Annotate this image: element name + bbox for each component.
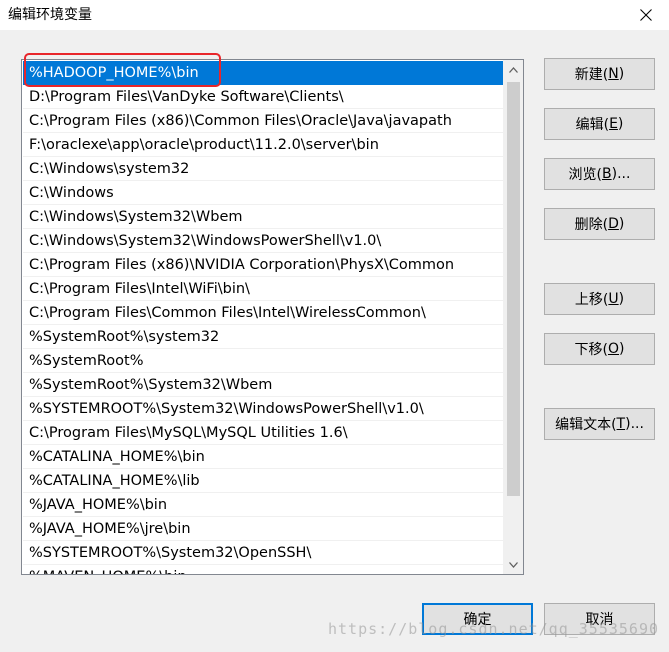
path-list-item[interactable]: %SYSTEMROOT%\System32\WindowsPowerShell\…: [23, 397, 503, 421]
scroll-down-button[interactable]: [504, 555, 523, 574]
path-list-item[interactable]: %SystemRoot%\system32: [23, 325, 503, 349]
path-list-item[interactable]: %JAVA_HOME%\bin: [23, 493, 503, 517]
path-list-item[interactable]: C:\Program Files\Intel\WiFi\bin\: [23, 277, 503, 301]
edit-text-button[interactable]: 编辑文本(T)...: [544, 408, 655, 440]
close-button[interactable]: [623, 0, 669, 30]
path-list-item[interactable]: C:\Windows\system32: [23, 157, 503, 181]
window-title: 编辑环境变量: [8, 7, 92, 23]
path-list-item[interactable]: C:\Program Files\MySQL\MySQL Utilities 1…: [23, 421, 503, 445]
path-list-item[interactable]: %SystemRoot%\System32\Wbem: [23, 373, 503, 397]
chevron-down-icon: [509, 561, 518, 568]
path-list-item[interactable]: %MAVEN_HOME%\bin: [23, 565, 503, 574]
path-list-item[interactable]: C:\Windows: [23, 181, 503, 205]
path-list-item[interactable]: D:\Program Files\VanDyke Software\Client…: [23, 85, 503, 109]
move-down-button[interactable]: 下移(O): [544, 333, 655, 365]
path-list-item[interactable]: C:\Windows\System32\WindowsPowerShell\v1…: [23, 229, 503, 253]
edit-button[interactable]: 编辑(E): [544, 108, 655, 140]
browse-button[interactable]: 浏览(B)...: [544, 158, 655, 190]
path-list-item[interactable]: %SYSTEMROOT%\System32\OpenSSH\: [23, 541, 503, 565]
close-icon: [640, 9, 652, 21]
path-list-item[interactable]: F:\oraclexe\app\oracle\product\11.2.0\se…: [23, 133, 503, 157]
title-bar: 编辑环境变量: [0, 0, 669, 30]
path-list-item[interactable]: C:\Program Files (x86)\NVIDIA Corporatio…: [23, 253, 503, 277]
path-list-item[interactable]: %HADOOP_HOME%\bin: [23, 61, 503, 85]
watermark-text: https://blog.csdn.net/qq_35535690: [328, 620, 660, 638]
path-list-item[interactable]: C:\Program Files\Common Files\Intel\Wire…: [23, 301, 503, 325]
path-list-item[interactable]: %CATALINA_HOME%\lib: [23, 469, 503, 493]
path-list-item[interactable]: C:\Windows\System32\Wbem: [23, 205, 503, 229]
chevron-up-icon: [509, 66, 518, 73]
new-button[interactable]: 新建(N): [544, 58, 655, 90]
move-up-button[interactable]: 上移(U): [544, 283, 655, 315]
path-list-items: %HADOOP_HOME%\bin D:\Program Files\VanDyk…: [22, 60, 504, 574]
path-list-item[interactable]: %CATALINA_HOME%\bin: [23, 445, 503, 469]
vertical-scrollbar[interactable]: [503, 60, 523, 574]
delete-button[interactable]: 删除(D): [544, 208, 655, 240]
path-list-item[interactable]: %SystemRoot%: [23, 349, 503, 373]
edit-env-variable-dialog: 编辑环境变量 %HADOOP_HOME%\bin D:\Program Files…: [0, 0, 669, 652]
scroll-up-button[interactable]: [504, 60, 523, 79]
path-list-item[interactable]: C:\Program Files (x86)\Common Files\Orac…: [23, 109, 503, 133]
path-list-item[interactable]: %JAVA_HOME%\jre\bin: [23, 517, 503, 541]
scrollbar-thumb[interactable]: [507, 82, 520, 496]
path-listbox[interactable]: %HADOOP_HOME%\bin D:\Program Files\VanDyk…: [21, 59, 524, 575]
